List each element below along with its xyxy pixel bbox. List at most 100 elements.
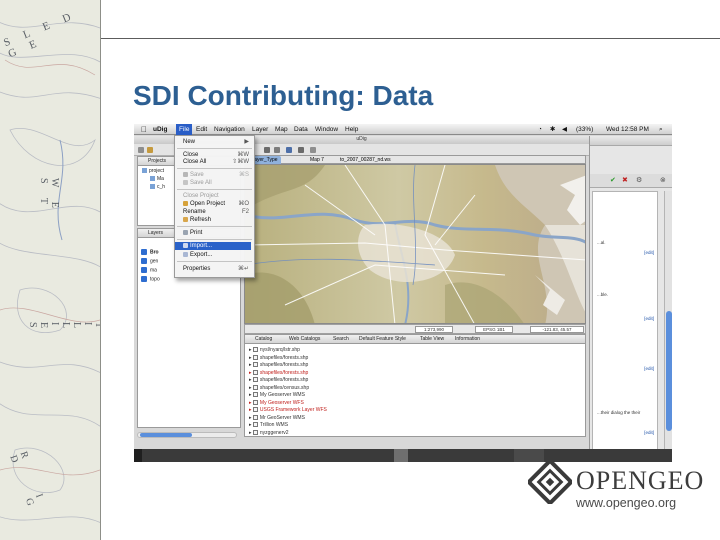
checkbox[interactable] <box>141 276 147 282</box>
catalog-row[interactable]: ▸ shapefiles/forests.shp <box>249 362 308 368</box>
tab-catalog[interactable]: Catalog <box>255 335 272 344</box>
catalog-row[interactable]: ▸ nysl/nyarq/lstr.shp <box>249 347 300 353</box>
catalog-row[interactable]: ▸ Mr GeoServer WMS <box>249 415 305 421</box>
tab-table-view[interactable]: Table View <box>420 335 444 344</box>
toolbar-zoom-icon[interactable] <box>264 147 270 153</box>
map-view[interactable] <box>244 164 586 324</box>
menu-item-close-all[interactable]: Close All ⇧⌘W <box>183 158 251 166</box>
resource-icon <box>252 362 258 368</box>
content-text: ...al. <box>597 240 606 245</box>
bluetooth-icon[interactable]: ✱ <box>550 124 555 135</box>
menu-item-close-project: Close Project <box>183 193 219 199</box>
catalog-row[interactable]: ▸ shapefiles/forests.shp <box>249 377 308 383</box>
close-icon[interactable]: ⊗ <box>660 176 666 184</box>
catalog-row[interactable]: ▸ shapefiles/forests.shp <box>249 355 308 361</box>
topographic-map-strip: S L E D G E W E S T T I L L I E S R I D … <box>0 0 101 540</box>
menu-item-import[interactable]: Import... <box>175 242 251 250</box>
logo-wordmark: OPENGEO <box>576 466 705 495</box>
battery-status[interactable]: (33%) <box>576 124 593 135</box>
background-browser-window: ✔ ✖ ⚙ ⊗ ...al. [edit] ...ble. [edit] [ed… <box>589 136 672 462</box>
edit-link[interactable]: [edit] <box>644 366 654 371</box>
settings-icon[interactable]: ⚙ <box>636 176 642 184</box>
scale-field[interactable]: 1:273,990 <box>415 326 453 333</box>
horizontal-scrollbar[interactable] <box>137 432 237 438</box>
edit-link[interactable]: [edit] <box>644 316 654 321</box>
menu-item-rename[interactable]: Rename F2 <box>183 208 251 216</box>
layer-row[interactable]: gen <box>141 258 158 264</box>
menu-item-save-all: Save All <box>183 179 251 187</box>
menu-edit[interactable]: Edit <box>196 124 207 135</box>
tab-web-catalogs[interactable]: Web Catalogs <box>289 335 320 344</box>
scrollbar-thumb[interactable] <box>666 311 672 431</box>
menubar-app-name[interactable]: uDig <box>153 124 167 135</box>
terrain-map[interactable] <box>245 165 586 324</box>
resource-icon <box>252 414 258 420</box>
mac-menubar:  uDig File Edit Navigation Layer Map Da… <box>134 124 672 135</box>
header-rule <box>101 38 720 39</box>
map-editor-tabs: ...ayer_Type Map 7 to_2007_00287_nd.ws <box>244 155 586 164</box>
catalog-row[interactable]: ▸ shapefiles/forests.shp <box>249 370 308 376</box>
check-icon[interactable]: ✔ <box>610 176 616 184</box>
tab-map-file[interactable]: to_2007_00287_nd.ws <box>337 156 394 164</box>
tab-map-7[interactable]: Map 7 <box>307 156 327 164</box>
menu-file[interactable]: File <box>176 124 193 135</box>
wifi-icon[interactable]: ◔ <box>538 124 542 135</box>
tree-item[interactable]: project <box>142 168 164 174</box>
catalog-row[interactable]: ▸ USGS Framework Layer WFS <box>249 407 327 413</box>
menu-item-new[interactable]: New ▶ <box>183 138 251 146</box>
toolbar-open-icon[interactable] <box>147 147 153 153</box>
catalog-row[interactable]: ▸ Trillion WMS <box>249 422 288 428</box>
layer-row[interactable]: Bro <box>141 249 159 255</box>
catalog-row[interactable]: ▸ shapefiles/census.shp <box>249 385 309 391</box>
menu-separator <box>177 189 252 190</box>
tab-search[interactable]: Search <box>333 335 349 344</box>
toolbar-new-icon[interactable] <box>138 147 144 153</box>
menu-help[interactable]: Help <box>345 124 358 135</box>
layer-row[interactable]: topo <box>141 276 160 282</box>
opengeo-diamond-icon <box>528 460 572 504</box>
apple-icon[interactable]:  <box>141 124 147 135</box>
menu-map[interactable]: Map <box>275 124 288 135</box>
edit-link[interactable]: [edit] <box>644 430 654 435</box>
browser-scrollbar[interactable] <box>664 191 672 459</box>
menu-window[interactable]: Window <box>315 124 338 135</box>
menu-layer[interactable]: Layer <box>252 124 268 135</box>
toolbar-pan-icon[interactable] <box>274 147 280 153</box>
catalog-row[interactable]: ▸ My Geoserver WMS <box>249 392 305 398</box>
checkbox[interactable] <box>141 267 147 273</box>
checkbox[interactable] <box>141 249 147 255</box>
catalog-tabs: Catalog Web Catalogs Search Default Feat… <box>245 335 585 344</box>
open-project-icon <box>183 200 188 206</box>
menu-item-properties[interactable]: Properties ⌘↵ <box>183 265 251 273</box>
menubar-clock[interactable]: Wed 12:58 PM <box>606 124 649 135</box>
spotlight-icon[interactable]: ⌕ <box>659 124 663 135</box>
menu-item-refresh[interactable]: Refresh <box>183 216 251 224</box>
tree-item[interactable]: c_h <box>150 184 165 190</box>
save-icon <box>183 171 188 177</box>
layer-row[interactable]: ma <box>141 267 157 273</box>
browser-toolbar <box>590 136 672 146</box>
export-icon <box>183 251 188 257</box>
menu-navigation[interactable]: Navigation <box>214 124 245 135</box>
catalog-row[interactable]: ▸ My Geoserver WFS <box>249 400 304 406</box>
crs-field[interactable]: EPSG 1B1 <box>475 326 513 333</box>
tab-default-feature-style[interactable]: Default Feature Style <box>359 335 406 344</box>
toolbar-edit-icon[interactable] <box>310 147 316 153</box>
catalog-row[interactable]: ▸ nyzggenerv2 <box>249 430 289 436</box>
toolbar-select-icon[interactable] <box>298 147 304 153</box>
menu-separator <box>177 239 252 240</box>
volume-icon[interactable]: ◀ <box>562 124 567 135</box>
checkbox[interactable] <box>141 258 147 264</box>
menu-data[interactable]: Data <box>294 124 308 135</box>
close-icon[interactable]: ✖ <box>622 176 628 184</box>
tab-information[interactable]: Information <box>455 335 480 344</box>
menu-item-save: Save ⌘S <box>183 171 251 179</box>
toolbar-info-icon[interactable] <box>286 147 292 153</box>
map-label-west: W E S T <box>38 178 60 214</box>
tree-item[interactable]: Ma <box>150 176 164 182</box>
menu-item-export[interactable]: Export... <box>183 251 251 259</box>
scrollbar-thumb[interactable] <box>140 433 192 437</box>
menu-item-print[interactable]: Print <box>183 229 251 237</box>
menu-item-open-project[interactable]: Open Project ⌘O <box>183 200 251 208</box>
edit-link[interactable]: [edit] <box>644 250 654 255</box>
